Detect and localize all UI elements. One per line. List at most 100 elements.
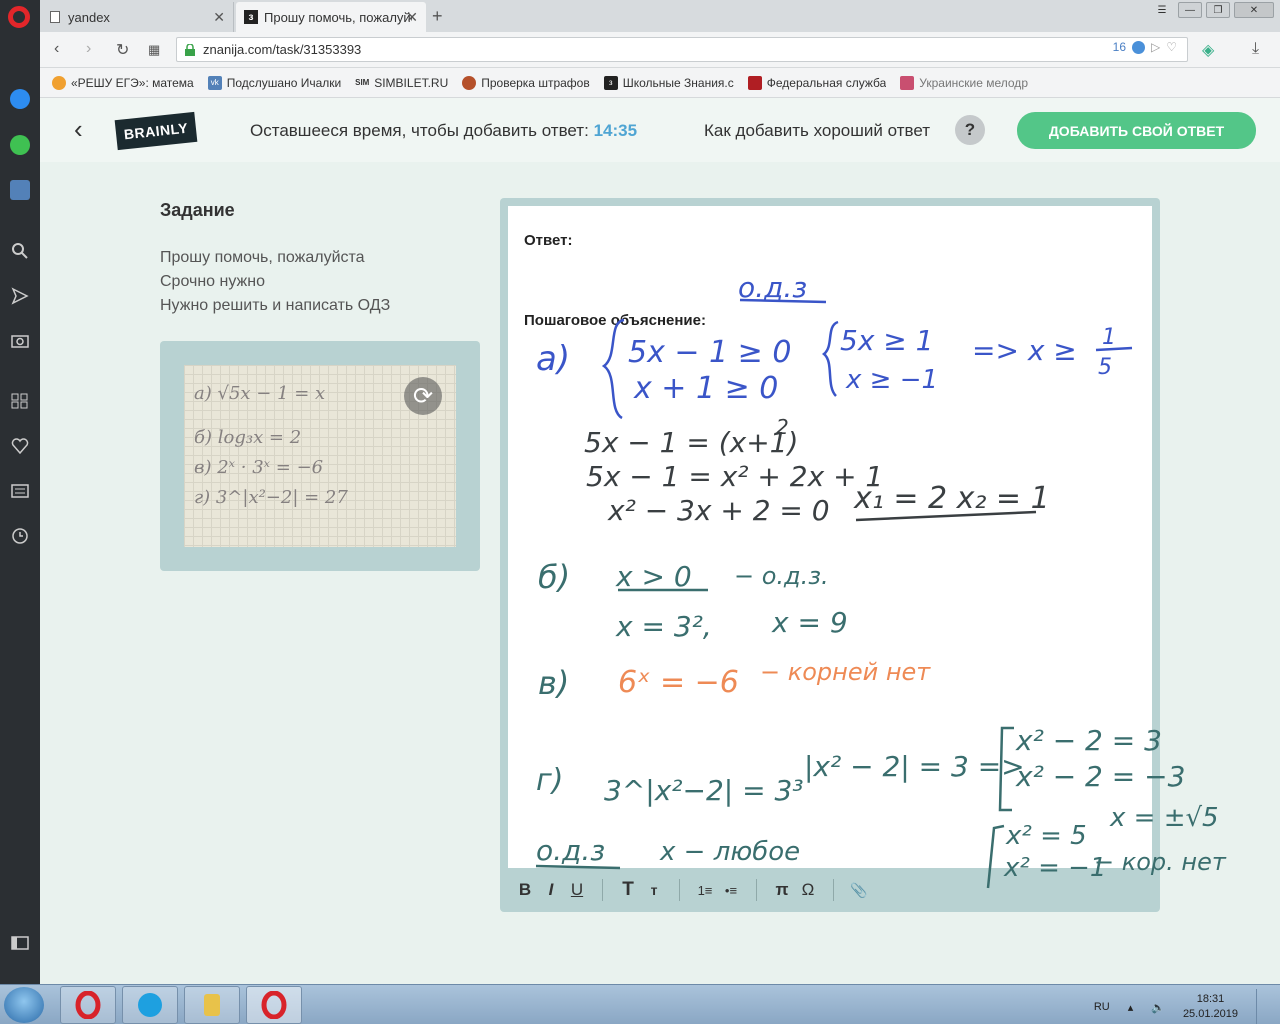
bookmark-heart-icon[interactable]: ♡ (1166, 40, 1177, 54)
sim-icon: SIM (355, 78, 370, 87)
new-tab-button[interactable]: + (432, 6, 443, 27)
task-image-card: а) √5x − 1 = x б) log₃x = 2 в) 2ˣ · 3ˣ =… (160, 341, 480, 571)
history-icon[interactable] (9, 525, 31, 547)
melodrama-icon (900, 75, 915, 90)
messenger-icon[interactable] (9, 88, 31, 110)
close-icon[interactable]: ✕ (406, 9, 418, 26)
forward-icon[interactable]: › (86, 40, 91, 58)
bookmark-reshu-ege[interactable]: «РЕШУ ЕГЭ»: матема (52, 75, 194, 90)
search-icon[interactable] (9, 240, 31, 262)
answer-label: Ответ: (524, 232, 573, 249)
clock[interactable]: 18:31 25.01.2019 (1183, 992, 1238, 1022)
math-button[interactable]: π (769, 880, 795, 900)
bookmark-simbilet[interactable]: SIM SIMBILET.RU (355, 76, 448, 90)
tabs-grid-icon[interactable]: ▦ (148, 42, 160, 58)
volume-icon[interactable]: 🔈 (1151, 1001, 1165, 1014)
heart-icon[interactable] (9, 435, 31, 457)
send-icon[interactable] (9, 285, 31, 307)
taskbar-paint[interactable] (184, 986, 240, 1024)
taskbar-skype[interactable] (122, 986, 178, 1024)
news-icon[interactable] (9, 480, 31, 502)
whatsapp-icon[interactable] (9, 134, 31, 156)
system-tray: RU ▴ 🔈 18:31 25.01.2019 (1094, 989, 1266, 1024)
tab-yandex[interactable]: yandex ✕ (40, 2, 234, 32)
tab-bar: yandex ✕ з Прошу помочь, пожалуйст ✕ + ☰… (40, 0, 1280, 32)
editor-toolbar: B I U T т 1≡ •≡ π Ω 📎 (500, 868, 1160, 912)
toolbar-separator (679, 879, 680, 901)
toolbar-separator (602, 879, 603, 901)
bookmarks-bar: «РЕШУ ЕГЭ»: матема vk Подслушано Ичалки S… (40, 68, 1280, 98)
howto-link[interactable]: Как добавить хороший ответ (704, 121, 930, 141)
address-bar: ‹ › ↻ ▦ znanija.com/task/31353393 16 ▷ ♡… (40, 32, 1280, 68)
url-text: znanija.com/task/31353393 (203, 42, 362, 57)
vpn-icon[interactable]: ◈ (1202, 40, 1214, 60)
step-label: Пошаговое объяснение: (524, 312, 706, 329)
close-window-button[interactable]: ✕ (1234, 2, 1274, 18)
tab-label: yandex (68, 9, 110, 25)
underline-button[interactable]: U (564, 880, 590, 900)
language-indicator[interactable]: RU (1094, 1001, 1110, 1013)
bold-button[interactable]: B (512, 880, 538, 900)
window-controls: ☰ — ❐ ✕ (1150, 2, 1274, 18)
close-icon[interactable]: ✕ (213, 9, 225, 26)
back-icon[interactable]: ‹ (54, 40, 59, 58)
bookmark-melodramy[interactable]: Украинские мелодр (900, 75, 1028, 90)
timer-value: 14:35 (593, 121, 638, 140)
symbol-button[interactable]: Ω (795, 880, 821, 900)
show-desktop-button[interactable] (1256, 989, 1266, 1024)
lock-icon (185, 42, 195, 56)
reshu-ege-icon (52, 75, 66, 90)
tabs-menu-icon[interactable]: ☰ (1150, 2, 1174, 18)
attach-icon[interactable]: 📎 (846, 882, 872, 899)
speed-dial-icon[interactable] (9, 390, 31, 412)
start-button[interactable] (4, 987, 44, 1023)
brainly-logo[interactable]: BRAINLY (114, 111, 198, 151)
timer-text: Оставшееся время, чтобы добавить ответ: … (250, 121, 638, 140)
share-icon[interactable]: ▷ (1151, 40, 1160, 54)
bookmark-znanija[interactable]: з Школьные Знания.с (603, 75, 734, 90)
taskbar-opera[interactable] (60, 986, 116, 1024)
download-icon[interactable]: ⤓ (1252, 40, 1259, 58)
tab-label: Прошу помочь, пожалуйст (264, 9, 412, 25)
heading-small-button[interactable]: т (641, 882, 667, 898)
brainly-header: ‹ BRAINLY Оставшееся время, чтобы добави… (40, 98, 1280, 162)
vk-icon: vk (207, 75, 222, 90)
italic-button[interactable]: I (538, 880, 564, 900)
ordered-list-button[interactable]: 1≡ (692, 883, 718, 898)
bookmark-podslushano[interactable]: vk Подслушано Ичалки (207, 75, 341, 90)
toolbar-separator (756, 879, 757, 901)
help-button[interactable]: ? (955, 115, 985, 145)
tab-task[interactable]: з Прошу помочь, пожалуйст ✕ (236, 2, 426, 32)
add-answer-button[interactable]: ДОБАВИТЬ СВОЙ ОТВЕТ (1017, 112, 1256, 149)
znanija-icon: з (244, 10, 258, 24)
back-arrow-icon[interactable]: ‹ (74, 114, 83, 145)
federal-icon (747, 75, 762, 90)
opera-logo-icon[interactable] (8, 6, 30, 28)
bullet-list-button[interactable]: •≡ (718, 883, 744, 898)
bookmark-shtrafy[interactable]: Проверка штрафов (462, 75, 590, 90)
toolbar-separator (833, 879, 834, 901)
heading-large-button[interactable]: T (615, 879, 641, 901)
emblem-icon (462, 75, 477, 90)
taskbar-opera-active[interactable] (246, 986, 302, 1024)
page-icon (48, 10, 62, 24)
task-title: Задание (160, 200, 235, 220)
tray-arrow-icon[interactable]: ▴ (1128, 1001, 1134, 1014)
adblock-count: 16 (1112, 40, 1126, 54)
znanija-icon: з (603, 75, 618, 90)
minimize-button[interactable]: — (1178, 2, 1202, 18)
reload-icon[interactable]: ↻ (116, 40, 129, 60)
task-text: Прошу помочь, пожалуйста Срочно нужно Ну… (160, 249, 391, 314)
maximize-button[interactable]: ❐ (1206, 2, 1230, 18)
bookmark-federal[interactable]: Федеральная служба (747, 75, 886, 90)
answer-editor: Ответ: Пошаговое объяснение: B I U T т 1… (500, 198, 1160, 912)
rotate-icon[interactable]: ⟳ (404, 377, 442, 415)
sidebar-toggle-icon[interactable] (9, 932, 31, 954)
windows-taskbar: RU ▴ 🔈 18:31 25.01.2019 (0, 984, 1280, 1024)
answer-textarea[interactable]: Ответ: Пошаговое объяснение: (508, 206, 1152, 868)
url-input[interactable]: znanija.com/task/31353393 16 ▷ ♡ (176, 37, 1188, 62)
opera-sidebar (0, 0, 40, 984)
adblock-icon[interactable] (1132, 40, 1145, 54)
vk-icon[interactable] (9, 179, 31, 201)
camera-icon[interactable] (9, 329, 31, 351)
